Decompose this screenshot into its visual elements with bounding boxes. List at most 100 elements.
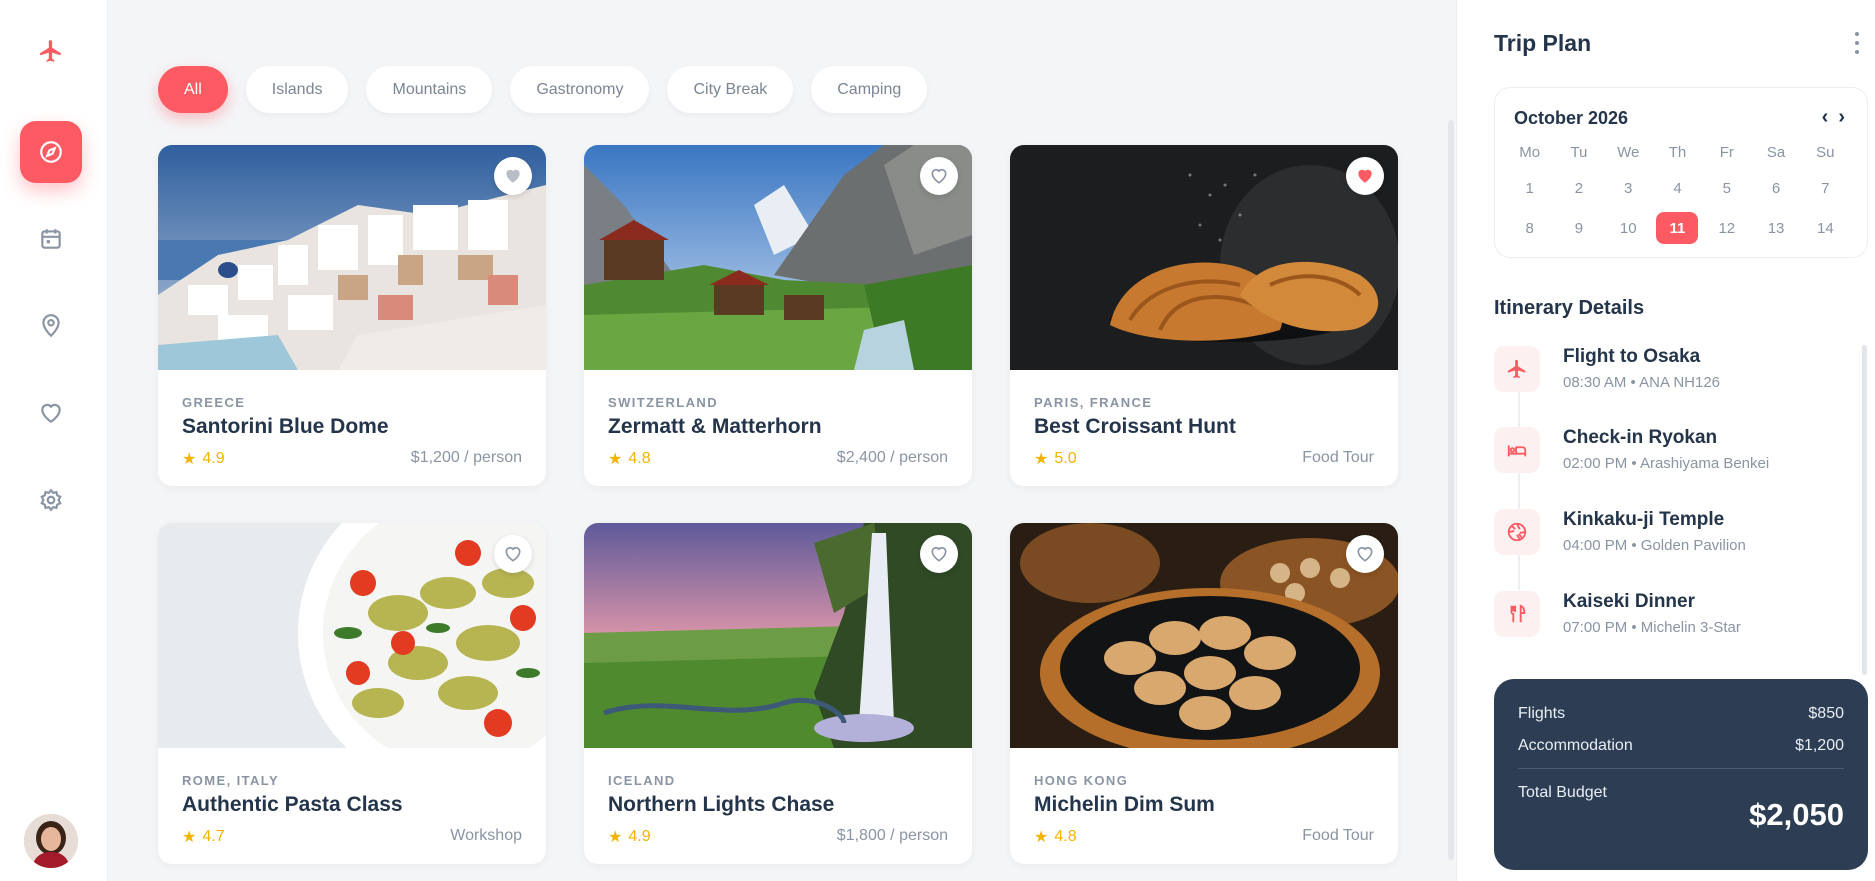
destination-card[interactable]: GREECE Santorini Blue Dome ★ 4.9 $1,200 /… [158,145,546,486]
card-price: $2,400 / person [836,449,948,466]
calendar-day[interactable]: 13 [1751,208,1800,248]
star-icon: ★ [182,829,197,846]
calendar-day[interactable]: 7 [1801,168,1850,208]
weekday-label: Tu [1570,144,1588,161]
panel-scrollbar[interactable] [1862,345,1867,675]
calendar-day[interactable]: 9 [1554,208,1603,248]
favorite-heart-icon[interactable] [494,535,532,573]
calendar-grid: Mo Tu We Th Fr Sa Su 1 2 3 4 5 6 7 8 9 1… [1505,138,1850,248]
favorite-heart-icon[interactable] [1346,157,1384,195]
calendar-day[interactable]: 2 [1554,168,1603,208]
flights-value: $850 [1808,705,1844,722]
destination-card[interactable]: HONG KONG Michelin Dim Sum ★ 4.8 Food Tou… [1010,523,1398,864]
logo-plane-icon[interactable] [20,20,82,82]
calendar-month: October 2026 [1514,108,1629,128]
destination-card[interactable]: ROME, ITALY Authentic Pasta Class ★ 4.7 W… [158,523,546,864]
calendar-day[interactable]: 3 [1604,168,1653,208]
weekday-label: Mo [1519,144,1541,161]
itinerary-item[interactable]: Kaiseki Dinner 07:00 PM • Michelin 3-Sta… [1494,591,1834,651]
card-price: $1,200 / person [410,449,522,466]
destination-card[interactable]: PARIS, FRANCE Best Croissant Hunt ★ 5.0 F… [1010,145,1398,486]
destination-card[interactable]: SWITZERLAND Zermatt & Matterhorn ★ 4.8 $2… [584,145,972,486]
budget-card: Flights $850 Accommodation $1,200 Total … [1494,679,1868,870]
main-scrollbar[interactable] [1448,120,1454,860]
accommodation-label: Accommodation [1518,737,1633,754]
pasta-image [158,523,546,748]
favorite-heart-icon[interactable] [920,535,958,573]
card-title: Santorini Blue Dome [182,415,389,438]
itinerary-name: Flight to Osaka [1563,346,1701,367]
star-icon: ★ [182,451,197,468]
favorite-heart-icon[interactable] [920,157,958,195]
card-title: Zermatt & Matterhorn [608,415,822,438]
calendar-day[interactable]: 14 [1801,208,1850,248]
star-icon: ★ [608,829,623,846]
card-rating: ★ 4.8 [608,450,651,468]
calendar-day[interactable]: 5 [1702,168,1751,208]
calendar-day[interactable]: 10 [1604,208,1653,248]
calendar-day[interactable]: 4 [1653,168,1702,208]
star-icon: ★ [608,451,623,468]
card-price: Food Tour [1302,827,1374,844]
calendar-day[interactable]: 8 [1505,208,1554,248]
explore-compass-icon[interactable] [20,121,82,183]
favorite-heart-icon[interactable] [1346,535,1384,573]
itinerary-item[interactable]: Check-in Ryokan 02:00 PM • Arashiyama Be… [1494,427,1834,487]
settings-gear-icon[interactable] [20,469,82,531]
itinerary-name: Check-in Ryokan [1563,427,1718,448]
heart-icon[interactable] [20,382,82,444]
card-rating: ★ 4.7 [182,828,225,846]
itinerary-detail: 07:00 PM • Michelin 3-Star [1563,619,1741,636]
next-month-icon[interactable]: › [1838,106,1845,129]
itinerary-detail: 08:30 AM • ANA NH126 [1563,374,1721,391]
card-price: Food Tour [1302,449,1374,466]
card-price: $1,800 / person [836,827,948,844]
card-title: Authentic Pasta Class [182,793,403,816]
zermatt-image [584,145,972,370]
card-title: Best Croissant Hunt [1034,415,1236,438]
card-price: Workshop [450,827,522,844]
itinerary-detail: 04:00 PM • Golden Pavilion [1563,537,1746,554]
card-location: PARIS, FRANCE [1034,395,1153,410]
camera-aperture-icon [1494,509,1540,555]
calendar-icon[interactable] [20,208,82,270]
calendar-day[interactable]: 6 [1751,168,1800,208]
weekday-label: Fr [1719,144,1734,161]
card-title: Michelin Dim Sum [1034,793,1215,816]
itinerary-item[interactable]: Kinkaku-ji Temple 04:00 PM • Golden Pavi… [1494,509,1834,569]
dim-sum-image [1010,523,1398,748]
filter-mountains[interactable]: Mountains [366,66,493,113]
calendar-day-selected[interactable]: 11 [1653,208,1702,248]
filter-islands[interactable]: Islands [245,66,349,113]
card-rating: ★ 4.8 [1034,828,1077,846]
santorini-image [158,145,546,370]
calendar-day[interactable]: 1 [1505,168,1554,208]
map-pin-icon[interactable] [20,295,82,357]
sidebar [0,0,108,881]
total-budget-value: $2,050 [1749,797,1844,832]
filter-city-break[interactable]: City Break [667,66,794,113]
filter-camping[interactable]: Camping [811,66,928,113]
card-rating: ★ 5.0 [1034,450,1077,468]
avatar[interactable] [24,814,78,868]
itinerary-name: Kaiseki Dinner [1563,591,1695,612]
card-rating: ★ 4.9 [608,828,651,846]
plane-icon [1494,346,1540,392]
filter-gastronomy[interactable]: Gastronomy [510,66,650,113]
budget-divider [1518,768,1844,769]
prev-month-icon[interactable]: ‹ [1822,106,1829,129]
more-options-icon[interactable] [1854,32,1860,54]
card-rating: ★ 4.9 [182,450,225,468]
destination-card[interactable]: ICELAND Northern Lights Chase ★ 4.9 $1,80… [584,523,972,864]
itinerary-item[interactable]: Flight to Osaka 08:30 AM • ANA NH126 [1494,346,1834,406]
favorite-heart-icon[interactable] [494,157,532,195]
utensils-icon [1494,591,1540,637]
accommodation-value: $1,200 [1795,737,1844,754]
weekday-label: Sa [1766,144,1786,161]
filter-all[interactable]: All [158,66,228,113]
calendar-day[interactable]: 12 [1702,208,1751,248]
weekday-label: We [1617,144,1640,161]
itinerary-title: Itinerary Details [1494,297,1645,319]
trip-plan-panel: Trip Plan October 2026 ‹ › Mo Tu We Th F… [1456,0,1875,881]
itinerary-name: Kinkaku-ji Temple [1563,509,1725,530]
